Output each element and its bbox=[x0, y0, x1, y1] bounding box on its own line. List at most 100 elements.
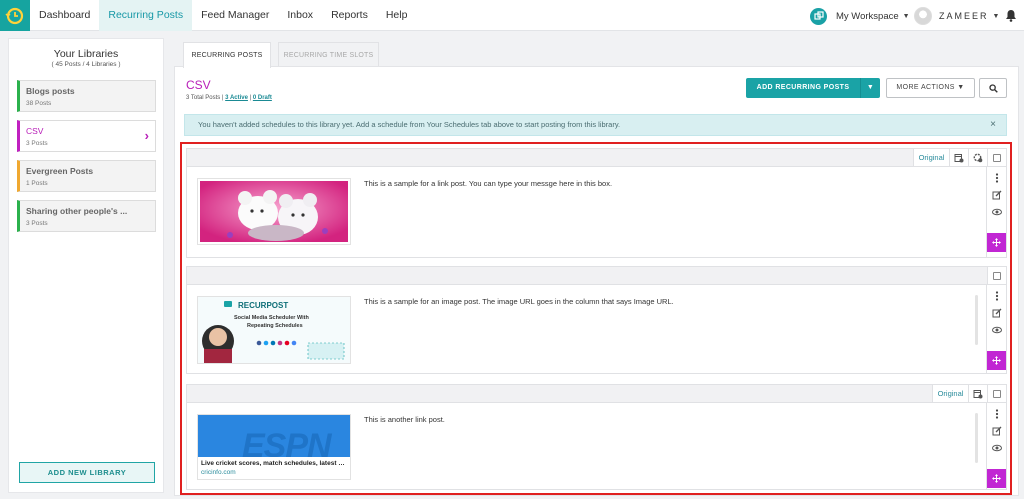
library-name: Blogs posts bbox=[26, 86, 75, 96]
library-item-sharing-other-peoples[interactable]: Sharing other people's ... 3 Posts bbox=[17, 200, 156, 232]
bell-icon[interactable] bbox=[1005, 9, 1017, 22]
user-menu[interactable]: ZAMEER ▼ bbox=[914, 6, 999, 26]
more-vertical-icon[interactable] bbox=[992, 291, 1002, 301]
post-side-actions bbox=[986, 285, 1006, 373]
select-checkbox[interactable] bbox=[987, 149, 1006, 166]
sidebar-title: Your Libraries bbox=[53, 48, 119, 60]
nav-dashboard[interactable]: Dashboard bbox=[30, 0, 99, 31]
more-vertical-icon[interactable] bbox=[992, 409, 1002, 419]
nav-inbox[interactable]: Inbox bbox=[278, 0, 322, 31]
workspace-selector[interactable]: My Workspace ▼ bbox=[810, 7, 910, 25]
active-posts-link[interactable]: 3 Active bbox=[225, 95, 248, 101]
recurpost-headline-2: Repeating Schedules bbox=[247, 323, 303, 329]
sidebar-subtitle: ( 45 Posts / 4 Libraries ) bbox=[51, 61, 121, 68]
library-name: Evergreen Posts bbox=[26, 166, 94, 176]
chevron-down-icon: ▼ bbox=[992, 12, 1000, 20]
original-badge[interactable]: Original bbox=[932, 385, 968, 402]
recurpost-logo-icon[interactable] bbox=[0, 0, 30, 31]
post-text[interactable]: This is another link post. bbox=[364, 415, 445, 424]
library-title: CSV bbox=[186, 78, 211, 92]
move-button[interactable] bbox=[987, 233, 1006, 252]
post-card: Original This is a sample for a link pos… bbox=[186, 148, 1007, 258]
tab-recurring-posts[interactable]: RECURRING POSTS bbox=[183, 42, 271, 68]
recurpost-headline-1: Social Media Scheduler With bbox=[234, 315, 309, 321]
workspace-label: My Workspace bbox=[836, 10, 899, 22]
move-button[interactable] bbox=[987, 351, 1006, 370]
post-side-actions bbox=[986, 403, 1006, 489]
top-bar: Dashboard Recurring Posts Feed Manager I… bbox=[0, 0, 1024, 31]
refresh-settings-icon[interactable] bbox=[968, 149, 987, 166]
schedule-notice: You haven't added schedules to this libr… bbox=[184, 114, 1007, 136]
post-text[interactable]: This is a sample for a link post. You ca… bbox=[364, 179, 612, 188]
total-posts: 3 Total Posts bbox=[186, 95, 221, 101]
separator: | bbox=[249, 95, 252, 101]
nav-recurring-posts[interactable]: Recurring Posts bbox=[99, 0, 193, 31]
search-icon bbox=[988, 83, 998, 93]
link-preview[interactable]: ESPN Live cricket scores, match schedule… bbox=[197, 414, 351, 480]
user-name: ZAMEER bbox=[939, 11, 989, 21]
move-arrows-icon bbox=[992, 474, 1001, 483]
library-item-evergreen-posts[interactable]: Evergreen Posts 1 Posts bbox=[17, 160, 156, 192]
select-checkbox[interactable] bbox=[987, 385, 1006, 402]
edit-icon[interactable] bbox=[992, 308, 1002, 318]
post-header-controls: Original bbox=[913, 149, 1006, 166]
move-arrows-icon bbox=[992, 356, 1001, 365]
post-card-header bbox=[187, 267, 1006, 285]
post-text[interactable]: This is a sample for an image post. The … bbox=[364, 297, 674, 306]
eye-icon[interactable] bbox=[992, 325, 1002, 335]
search-button[interactable] bbox=[979, 78, 1007, 98]
link-preview-title: Live cricket scores, match schedules, la… bbox=[201, 460, 348, 467]
nav-feed-manager[interactable]: Feed Manager bbox=[192, 0, 278, 31]
library-count: 3 Posts bbox=[26, 140, 48, 147]
post-side-actions bbox=[986, 167, 1006, 257]
library-name: Sharing other people's ... bbox=[26, 206, 128, 216]
library-name: CSV bbox=[26, 126, 44, 136]
close-icon[interactable]: × bbox=[990, 115, 996, 135]
post-card-header: Original bbox=[187, 149, 1006, 167]
tab-recurring-time-slots[interactable]: RECURRING TIME SLOTS bbox=[278, 42, 379, 67]
library-item-blogs-posts[interactable]: Blogs posts 38 Posts bbox=[17, 80, 156, 112]
teddy-bears-image bbox=[197, 178, 351, 245]
more-actions-label: MORE ACTIONS bbox=[896, 84, 955, 91]
post-header-controls: Original bbox=[932, 385, 1006, 402]
post-header-controls bbox=[987, 267, 1006, 284]
libraries-sidebar: Your Libraries ( 45 Posts / 4 Libraries … bbox=[8, 38, 164, 493]
library-stats: 3 Total Posts | 3 Active | 0 Draft bbox=[186, 95, 272, 101]
edit-icon[interactable] bbox=[992, 426, 1002, 436]
link-preview-domain: cricinfo.com bbox=[201, 469, 236, 476]
recurpost-promo-image: RECURPOST Social Media Scheduler With Re… bbox=[197, 296, 351, 364]
schedule-options-icon[interactable] bbox=[968, 385, 987, 402]
post-card-header: Original bbox=[187, 385, 1006, 403]
nav-help[interactable]: Help bbox=[377, 0, 417, 31]
add-recurring-posts-button[interactable]: ADD RECURRING POSTS ▼ bbox=[746, 78, 880, 98]
draft-posts-link[interactable]: 0 Draft bbox=[253, 95, 272, 101]
original-badge[interactable]: Original bbox=[913, 149, 949, 166]
add-new-library-button[interactable]: ADD NEW LIBRARY bbox=[19, 462, 155, 483]
library-count: 3 Posts bbox=[26, 220, 48, 227]
post-text-scrollbar[interactable] bbox=[975, 413, 978, 463]
chevron-down-icon[interactable]: ▼ bbox=[860, 78, 880, 98]
library-item-csv[interactable]: CSV 3 Posts › bbox=[17, 120, 156, 152]
more-vertical-icon[interactable] bbox=[992, 173, 1002, 183]
eye-icon[interactable] bbox=[992, 443, 1002, 453]
schedule-options-icon[interactable] bbox=[949, 149, 968, 166]
notice-text: You haven't added schedules to this libr… bbox=[198, 120, 621, 129]
avatar bbox=[914, 7, 932, 25]
move-arrows-icon bbox=[992, 238, 1001, 247]
library-count: 38 Posts bbox=[26, 100, 52, 107]
eye-icon[interactable] bbox=[992, 207, 1002, 217]
espn-logo: ESPN bbox=[242, 427, 332, 457]
edit-icon[interactable] bbox=[992, 190, 1002, 200]
move-button[interactable] bbox=[987, 469, 1006, 488]
post-card: RECURPOST Social Media Scheduler With Re… bbox=[186, 266, 1007, 374]
library-count: 1 Posts bbox=[26, 180, 48, 187]
chevron-down-icon: ▼ bbox=[902, 12, 910, 20]
post-text-scrollbar[interactable] bbox=[975, 295, 978, 345]
select-checkbox[interactable] bbox=[987, 267, 1006, 284]
post-card: Original ESPN Live cricket scores, match… bbox=[186, 384, 1007, 490]
more-actions-button[interactable]: MORE ACTIONS ▼ bbox=[886, 78, 975, 98]
nav-reports[interactable]: Reports bbox=[322, 0, 377, 31]
espn-image: ESPN bbox=[198, 415, 350, 457]
main-nav: Dashboard Recurring Posts Feed Manager I… bbox=[30, 0, 416, 31]
chevron-down-icon: ▼ bbox=[957, 84, 965, 91]
